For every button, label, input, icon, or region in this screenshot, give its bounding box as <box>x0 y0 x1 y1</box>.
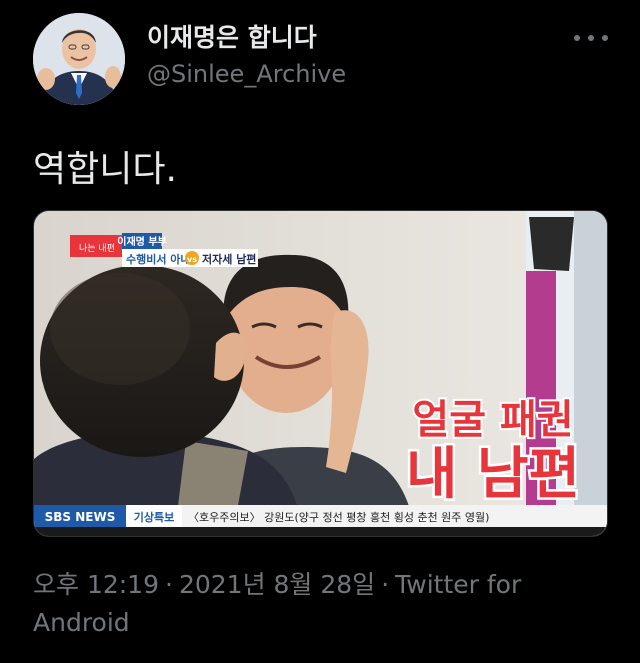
subtitle-right: 저자세 남편 <box>202 252 256 266</box>
caption-line-2: 내 남편 <box>406 442 580 507</box>
media-image: 이재명 부부 나는 내편 수행비서 아내 vs 저자세 남편 얼굴 패권 내 남… <box>34 211 607 536</box>
subtitle-left: 수행비서 아내 <box>126 252 191 266</box>
tweet-text: 역합니다. <box>33 149 177 190</box>
avatar[interactable] <box>33 13 125 105</box>
ticker-text: 〈호우주의보〉 강원도(양구 정선 평창 홍천 횡성 춘천 원주 영월) <box>188 510 489 524</box>
tweet: 이재명은 합니다 @Sinlee_Archive 역합니다. 이재명 부부 나는… <box>0 0 640 663</box>
avatar-image <box>33 13 125 105</box>
subtitle-vs: vs <box>187 255 197 264</box>
program-logo: 나는 내편 <box>79 242 115 254</box>
tweet-media[interactable]: 이재명 부부 나는 내편 수행비서 아내 vs 저자세 남편 얼굴 패권 내 남… <box>33 210 608 537</box>
tweet-date[interactable]: 2021년 8월 28일 <box>179 570 375 599</box>
separator: · <box>381 570 390 599</box>
tweet-time[interactable]: 오후 12:19 <box>33 570 159 599</box>
separator: · <box>165 570 173 599</box>
display-name[interactable]: 이재명은 합니다 <box>147 18 317 54</box>
user-handle[interactable]: @Sinlee_Archive <box>147 60 346 88</box>
badge-top: 이재명 부부 <box>117 235 166 248</box>
more-options-icon[interactable] <box>574 24 608 52</box>
ticker-label: 기상특보 <box>134 510 174 524</box>
caption-line-1: 얼굴 패권 <box>412 397 573 443</box>
ticker-brand: SBS NEWS <box>45 510 116 524</box>
tweet-metadata: 오후 12:19 · 2021년 8월 28일 · Twitter for Androi… <box>33 566 593 642</box>
